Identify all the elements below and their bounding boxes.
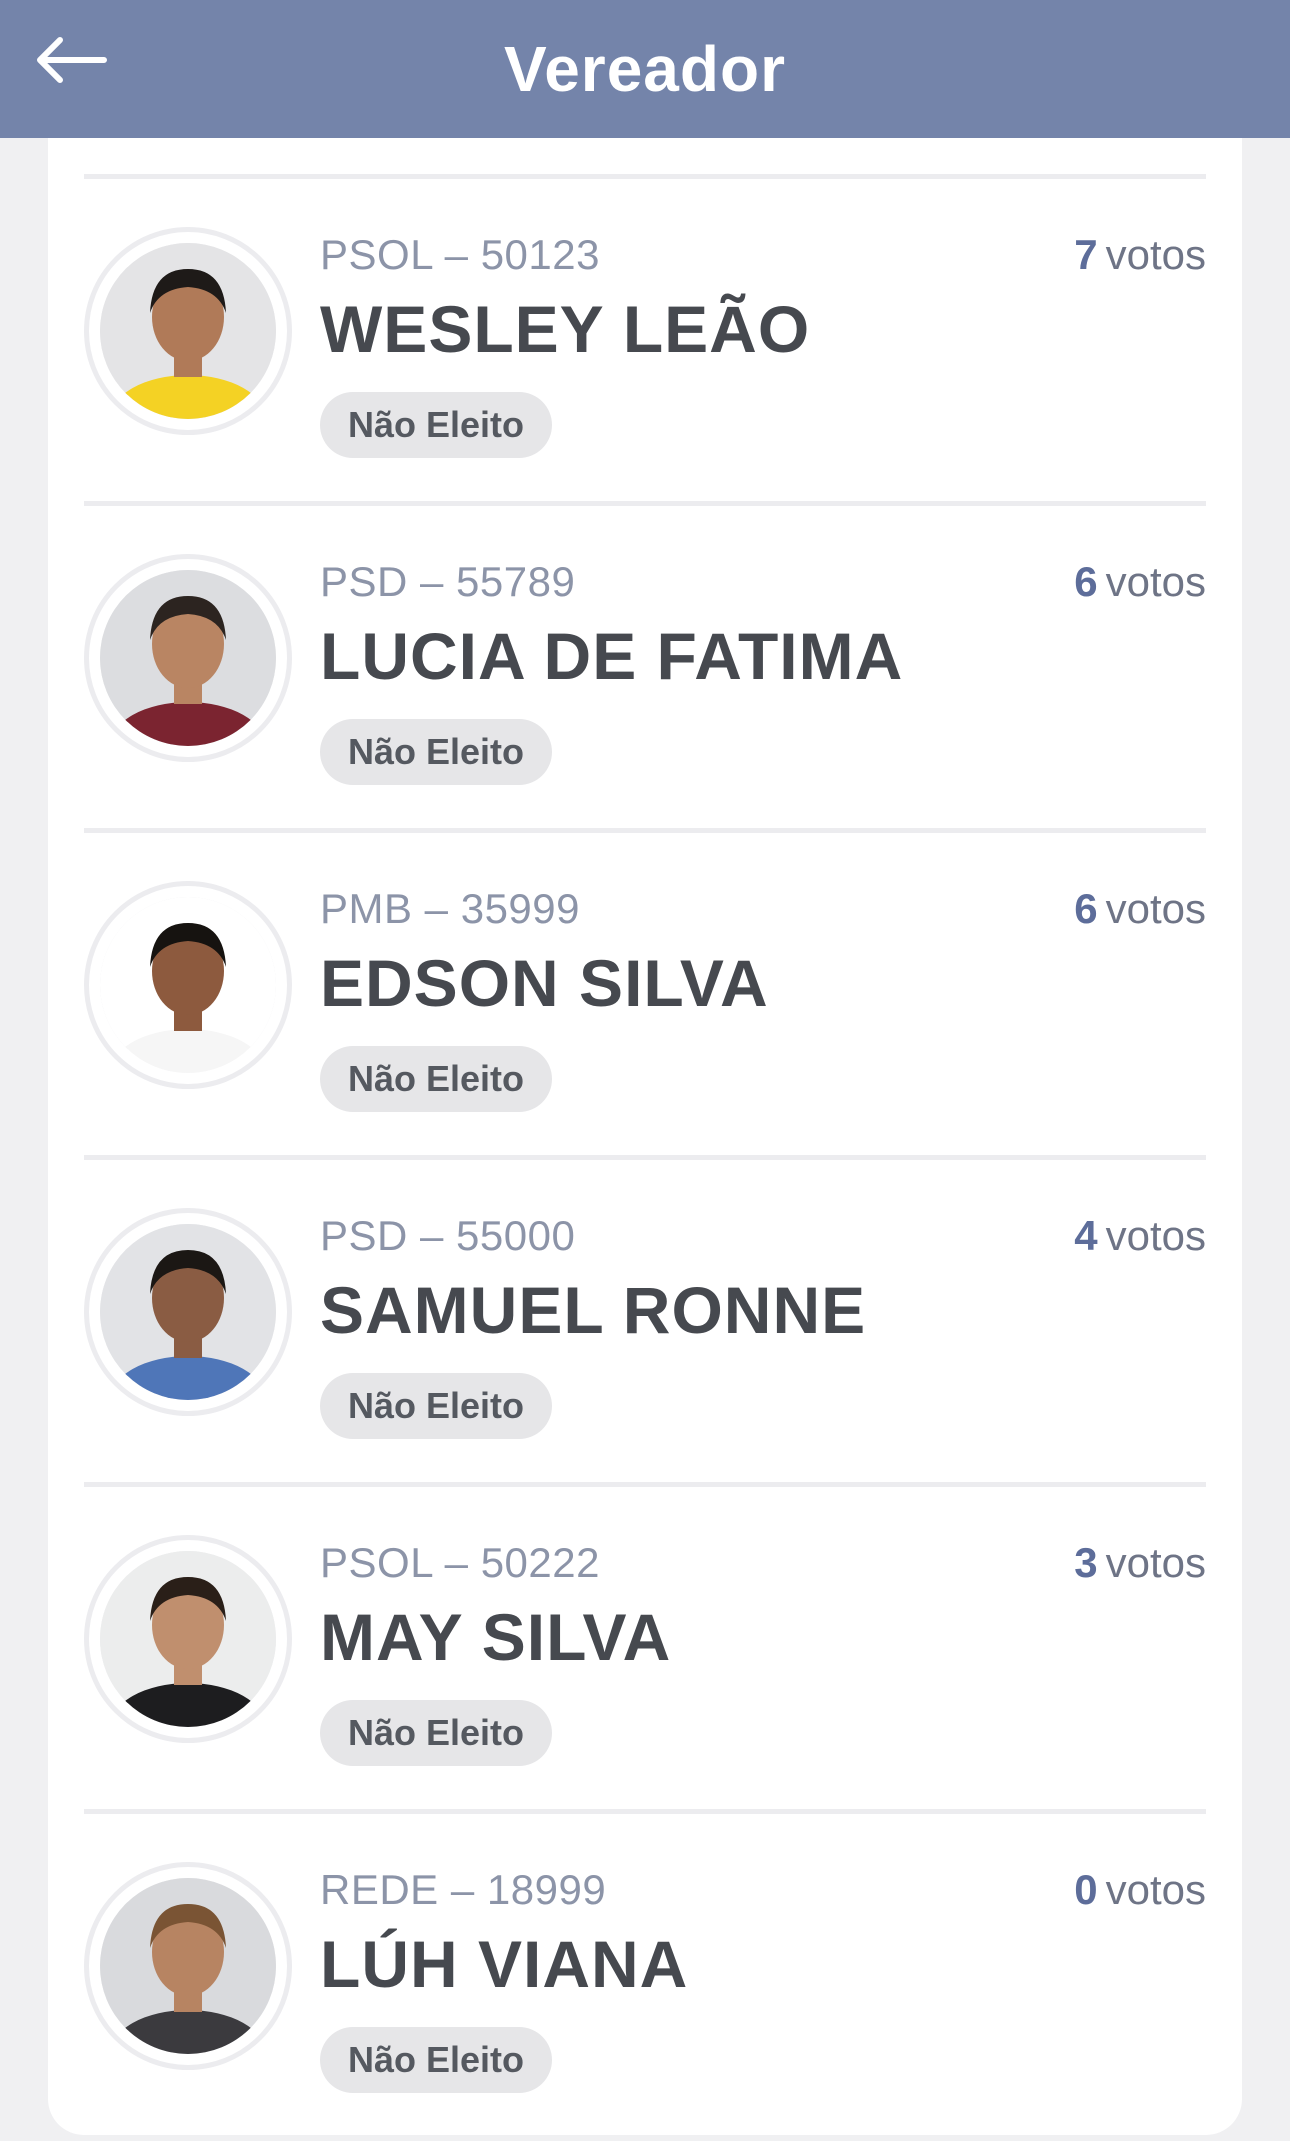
candidate-row[interactable]: PSD – 55789 6 votos LUCIA DE FATIMA Não E…	[84, 501, 1206, 827]
candidate-photo	[100, 1224, 276, 1400]
vote-count: 6 votos	[1074, 885, 1206, 932]
candidate-row[interactable]: PSOL – 50123 7 votos WESLEY LEÃO Não Elei…	[84, 174, 1206, 500]
vote-count: 6 votos	[1074, 558, 1206, 605]
vote-count: 4 votos	[1074, 1212, 1206, 1259]
party-number: PMB – 35999	[320, 885, 581, 932]
avatar	[84, 1862, 292, 2070]
app-header: Vereador	[0, 0, 1290, 138]
candidate-name: LUCIA DE FATIMA	[320, 619, 904, 693]
candidate-photo	[100, 1878, 276, 2054]
party-number: PSOL – 50123	[320, 231, 600, 278]
status-badge: Não Eleito	[320, 392, 553, 458]
status-badge: Não Eleito	[320, 1373, 553, 1439]
page-title: Vereador	[504, 33, 786, 105]
candidate-name: LÚH VIANA	[320, 1927, 689, 2001]
status-badge: Não Eleito	[320, 2027, 553, 2093]
candidate-photo	[100, 243, 276, 419]
status-badge: Não Eleito	[320, 1046, 553, 1112]
candidate-photo	[100, 1551, 276, 1727]
avatar	[84, 1208, 292, 1416]
vote-count: 3 votos	[1074, 1539, 1206, 1586]
party-number: PSD – 55789	[320, 558, 576, 605]
party-number: PSOL – 50222	[320, 1539, 600, 1586]
candidate-name: EDSON SILVA	[320, 946, 769, 1020]
status-badge: Não Eleito	[320, 719, 553, 785]
candidate-photo	[100, 897, 276, 1073]
party-number: REDE – 18999	[320, 1866, 607, 1913]
candidate-list: PSOL – 50123 7 votos WESLEY LEÃO Não Elei…	[48, 138, 1242, 2135]
candidate-row[interactable]: PSOL – 50222 3 votos MAY SILVA Não Eleito	[84, 1482, 1206, 1808]
avatar	[84, 227, 292, 435]
avatar	[84, 554, 292, 762]
vote-count: 0 votos	[1074, 1866, 1206, 1913]
status-badge: Não Eleito	[320, 1700, 553, 1766]
candidate-row[interactable]: PSD – 55000 4 votos SAMUEL RONNE Não Elei…	[84, 1155, 1206, 1481]
candidate-name: MAY SILVA	[320, 1600, 672, 1674]
candidate-row[interactable]: REDE – 18999 0 votos LÚH VIANA Não Eleito	[84, 1809, 1206, 2135]
avatar	[84, 881, 292, 1089]
candidate-photo	[100, 570, 276, 746]
candidate-name: WESLEY LEÃO	[320, 292, 811, 366]
arrow-left-icon	[37, 37, 107, 83]
vote-count: 7 votos	[1074, 231, 1206, 278]
candidate-row[interactable]: PMB – 35999 6 votos EDSON SILVA Não Eleit…	[84, 828, 1206, 1154]
back-button[interactable]	[30, 30, 110, 90]
candidate-name: SAMUEL RONNE	[320, 1273, 867, 1347]
party-number: PSD – 55000	[320, 1212, 576, 1259]
avatar	[84, 1535, 292, 1743]
